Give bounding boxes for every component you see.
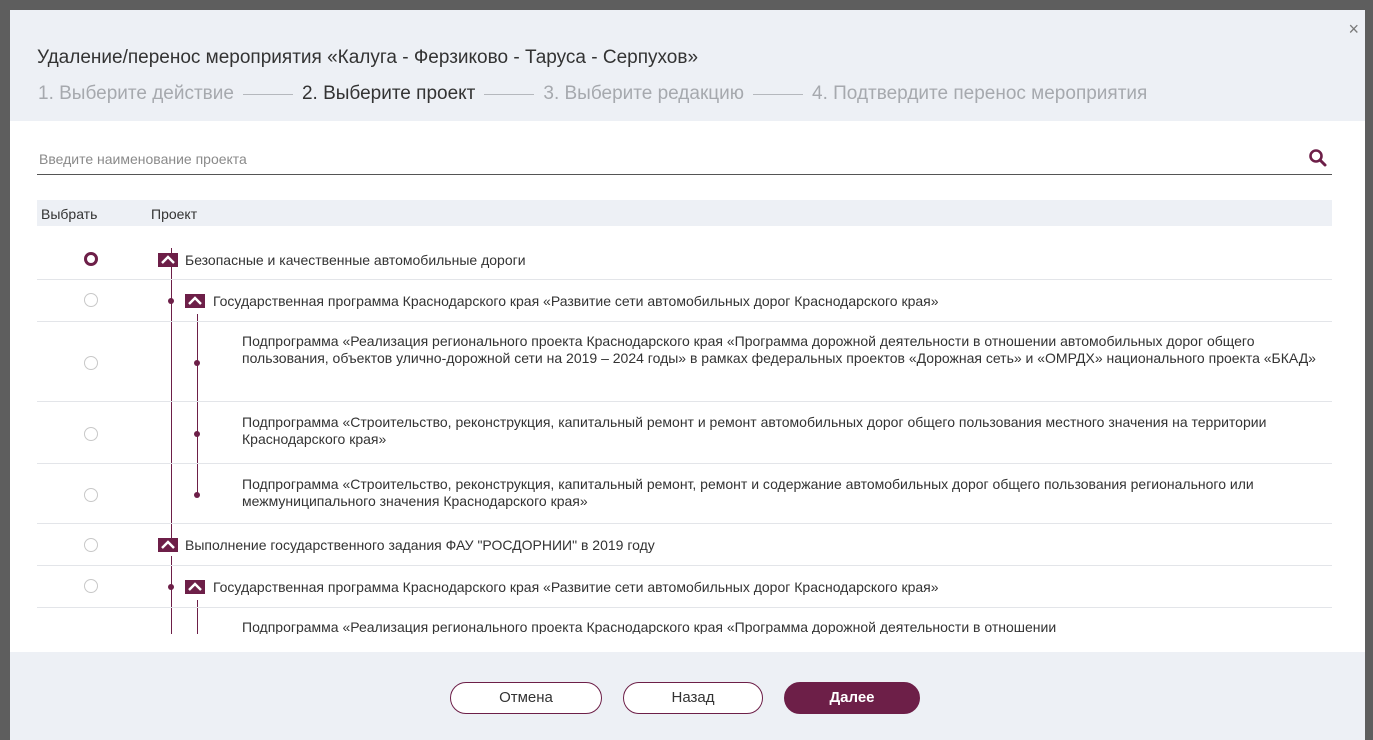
table-row[interactable]: Государственная программа Краснодарского… (37, 566, 1332, 608)
select-radio[interactable] (84, 538, 98, 552)
project-name: Безопасные и качественные автомобильные … (185, 252, 526, 268)
chevron-up-icon[interactable] (158, 253, 178, 267)
chevron-up-icon[interactable] (158, 538, 178, 552)
close-icon[interactable]: × (1348, 20, 1359, 38)
select-radio[interactable] (84, 579, 98, 593)
table-row[interactable]: Подпрограмма «Строительство, реконструкц… (37, 402, 1332, 464)
step-divider (242, 93, 293, 95)
tree-node-dot (168, 298, 174, 304)
column-header-project: Проект (151, 206, 198, 222)
tree-node-dot (194, 492, 200, 498)
table-row[interactable]: Подпрограмма «Строительство, реконструкц… (37, 464, 1332, 524)
search-input[interactable] (37, 143, 1297, 174)
wizard-steps: 1. Выберите действие 2. Выберите проект … (38, 83, 1147, 105)
back-button[interactable]: Назад (623, 682, 763, 714)
tree-node-dot (168, 584, 174, 590)
project-tree: Безопасные и качественные автомобильные … (37, 226, 1332, 634)
select-radio[interactable] (84, 427, 98, 441)
table-row[interactable]: Подпрограмма «Реализация регионального п… (37, 608, 1332, 634)
chevron-up-icon[interactable] (185, 294, 205, 308)
select-radio[interactable] (84, 293, 98, 307)
cancel-button[interactable]: Отмена (450, 682, 602, 714)
search-icon[interactable] (1308, 148, 1328, 168)
tree-node-dot (194, 431, 200, 437)
project-name: Государственная программа Краснодарского… (213, 579, 939, 595)
project-search (37, 143, 1332, 175)
project-name: Подпрограмма «Реализация регионального п… (242, 333, 1316, 366)
step-choose-project: 2. Выберите проект (301, 83, 476, 104)
step-choose-action: 1. Выберите действие (38, 83, 234, 104)
project-name: Подпрограмма «Строительство, реконструкц… (242, 476, 1254, 509)
project-name: Подпрограмма «Строительство, реконструкц… (242, 414, 1267, 447)
step-divider (753, 93, 804, 95)
select-radio[interactable] (84, 488, 98, 502)
project-name: Выполнение государственного задания ФАУ … (185, 537, 655, 553)
chevron-up-icon[interactable] (185, 580, 205, 594)
step-divider (484, 93, 535, 95)
project-name: Государственная программа Краснодарского… (213, 293, 939, 309)
dialog-title: Удаление/перенос мероприятия «Калуга - Ф… (37, 47, 699, 68)
tree-node-dot (194, 360, 200, 366)
table-row[interactable]: Подпрограмма «Реализация регионального п… (37, 322, 1332, 402)
transfer-dialog: × Удаление/перенос мероприятия «Калуга -… (10, 10, 1365, 740)
table-header: Выбрать Проект (37, 200, 1332, 226)
dialog-header: × Удаление/перенос мероприятия «Калуга -… (10, 10, 1365, 121)
next-button[interactable]: Далее (784, 682, 920, 714)
table-row[interactable]: Выполнение государственного задания ФАУ … (37, 524, 1332, 566)
table-row[interactable]: Государственная программа Краснодарского… (37, 280, 1332, 322)
table-row[interactable]: Безопасные и качественные автомобильные … (37, 226, 1332, 280)
dialog-footer: Отмена Назад Далее (10, 652, 1365, 740)
select-radio[interactable] (84, 252, 98, 266)
step-confirm-transfer: 4. Подтвердите перенос мероприятия (812, 83, 1148, 104)
select-radio[interactable] (84, 356, 98, 370)
project-name: Подпрограмма «Реализация регионального п… (242, 619, 1057, 634)
column-header-select: Выбрать (41, 206, 98, 222)
step-choose-edition: 3. Выберите редакцию (543, 83, 745, 104)
